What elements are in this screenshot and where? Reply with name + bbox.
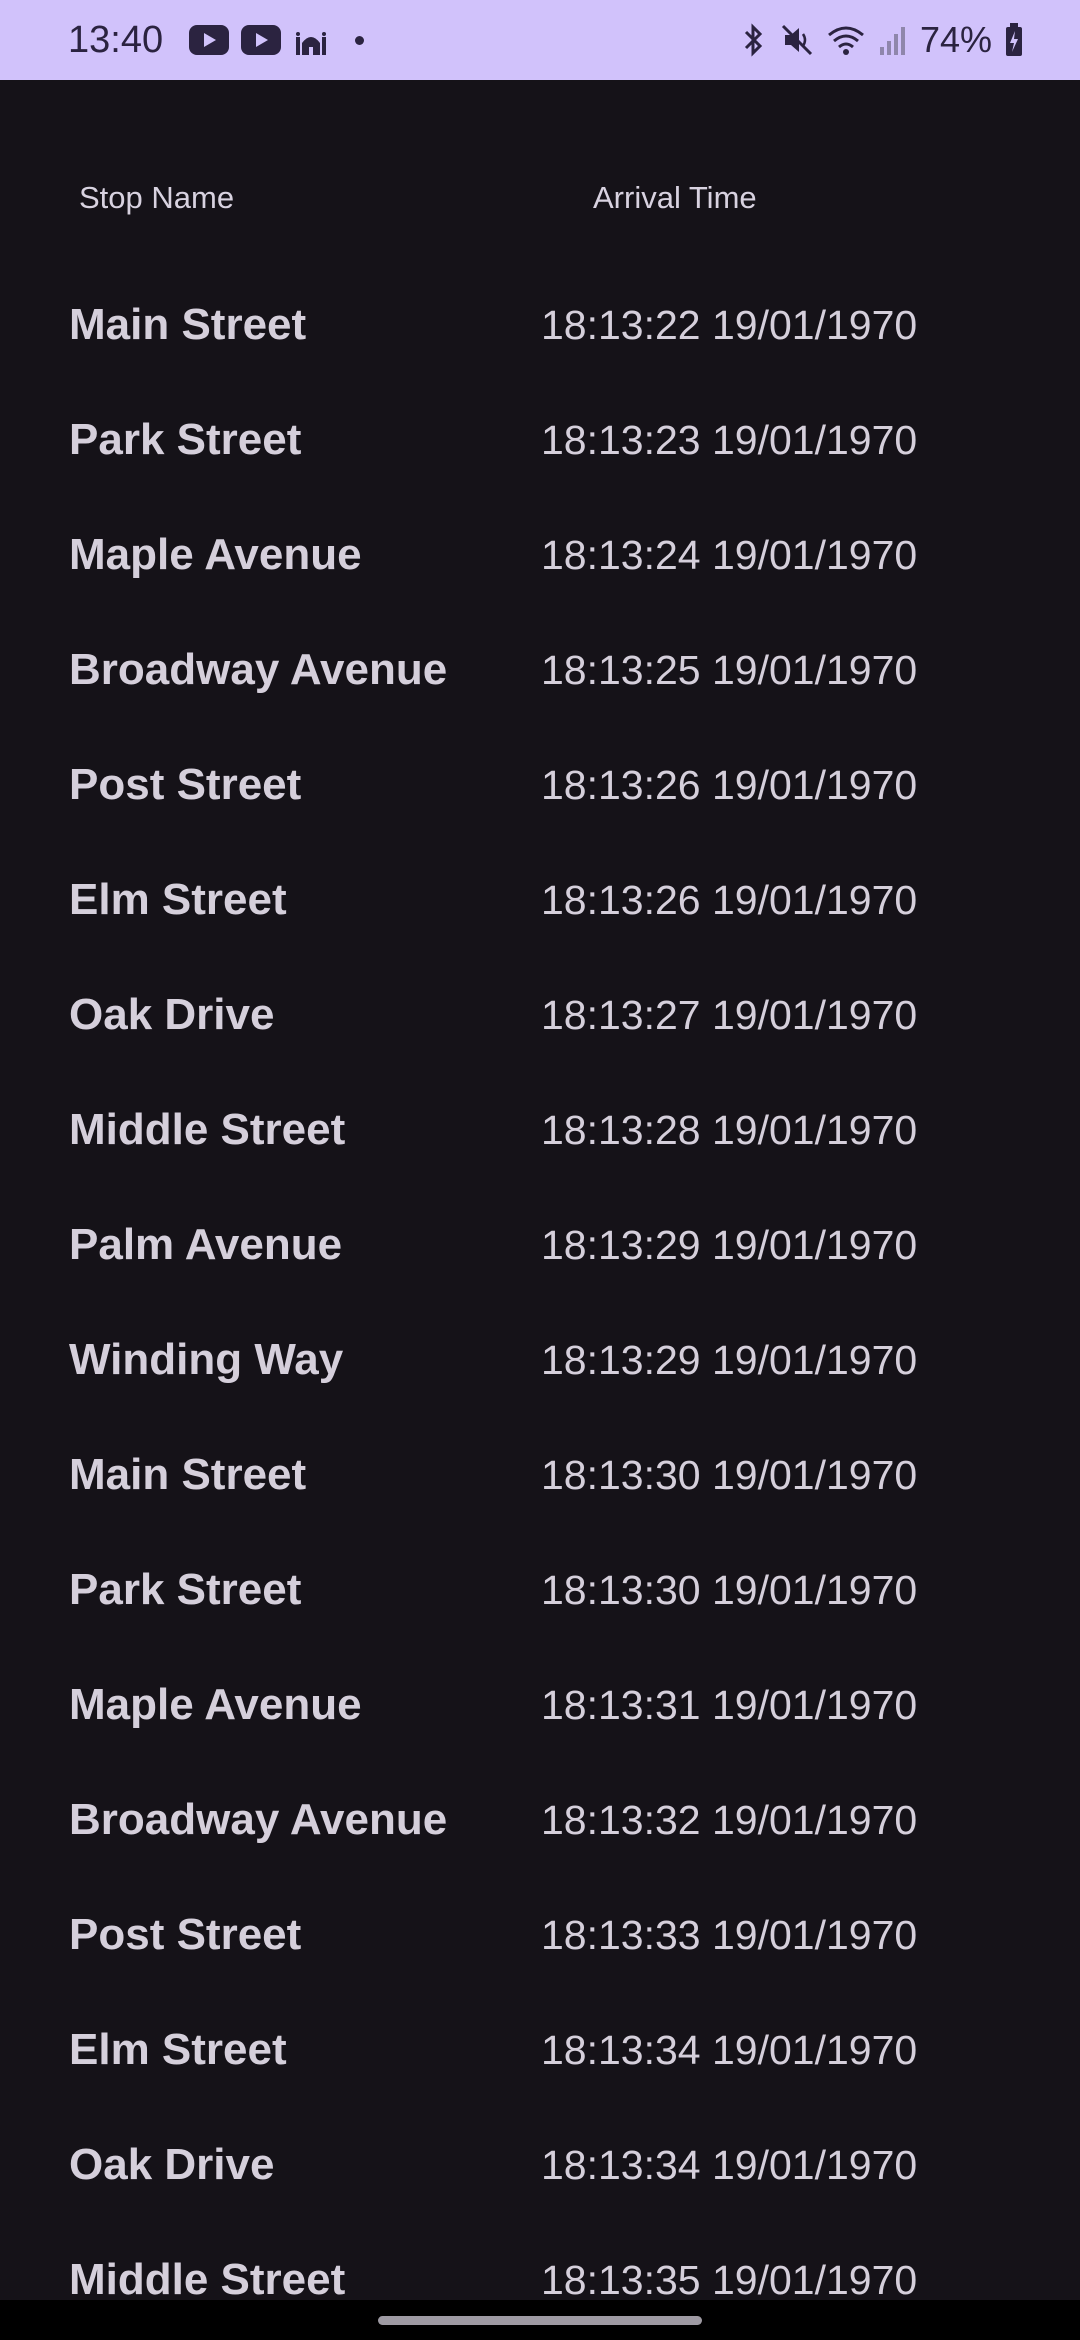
arrival-time: 18:13:29 19/01/1970 bbox=[541, 1337, 918, 1383]
table-row[interactable]: Maple Avenue 18:13:31 19/01/1970 bbox=[0, 1680, 1080, 1795]
arrival-time: 18:13:35 19/01/1970 bbox=[541, 2257, 918, 2300]
arrival-time: 18:13:25 19/01/1970 bbox=[541, 647, 918, 693]
table-row[interactable]: Middle Street 18:13:35 19/01/1970 bbox=[0, 2255, 1080, 2300]
table-row[interactable]: Broadway Avenue 18:13:25 19/01/1970 bbox=[0, 645, 1080, 760]
stop-name: Post Street bbox=[69, 1910, 302, 1959]
arrival-time: 18:13:32 19/01/1970 bbox=[541, 1797, 918, 1843]
stop-name: Broadway Avenue bbox=[69, 1795, 448, 1844]
table-row[interactable]: Post Street 18:13:33 19/01/1970 bbox=[0, 1910, 1080, 2025]
stop-name: Oak Drive bbox=[69, 990, 275, 1039]
table-row[interactable]: Park Street 18:13:23 19/01/1970 bbox=[0, 415, 1080, 530]
stop-name-header: Stop Name bbox=[79, 180, 235, 215]
battery-charging-icon bbox=[1006, 23, 1022, 56]
arrival-time-header: Arrival Time bbox=[593, 180, 757, 215]
stop-name: Maple Avenue bbox=[69, 530, 362, 579]
table-row[interactable]: Winding Way 18:13:29 19/01/1970 bbox=[0, 1335, 1080, 1450]
table-row[interactable]: Oak Drive 18:13:27 19/01/1970 bbox=[0, 990, 1080, 1105]
youtube-icon bbox=[189, 25, 230, 55]
stop-name: Elm Street bbox=[69, 875, 287, 924]
stop-name: Elm Street bbox=[69, 2025, 287, 2074]
dot-icon bbox=[355, 35, 365, 45]
stop-name: Middle Street bbox=[69, 2255, 346, 2300]
navigation-bar bbox=[0, 2300, 1080, 2340]
table-row[interactable]: Elm Street 18:13:34 19/01/1970 bbox=[0, 2025, 1080, 2140]
arrival-time: 18:13:24 19/01/1970 bbox=[541, 532, 918, 578]
stop-name: Broadway Avenue bbox=[69, 645, 448, 694]
table-row[interactable]: Middle Street 18:13:28 19/01/1970 bbox=[0, 1105, 1080, 1220]
stop-name: Park Street bbox=[69, 415, 302, 464]
stop-name: Park Street bbox=[69, 1565, 302, 1614]
table-row[interactable]: Park Street 18:13:30 19/01/1970 bbox=[0, 1565, 1080, 1680]
arrival-time: 18:13:31 19/01/1970 bbox=[541, 1682, 918, 1728]
status-time: 13:40 bbox=[68, 18, 164, 61]
table-header: Stop Name Arrival Time bbox=[0, 180, 1080, 220]
stop-name: Winding Way bbox=[69, 1335, 344, 1384]
arrival-time: 18:13:28 19/01/1970 bbox=[541, 1107, 918, 1153]
table-row[interactable]: Elm Street 18:13:26 19/01/1970 bbox=[0, 875, 1080, 990]
table-row[interactable]: Oak Drive 18:13:34 19/01/1970 bbox=[0, 2140, 1080, 2255]
arrival-time: 18:13:33 19/01/1970 bbox=[541, 1912, 918, 1958]
stop-name: Oak Drive bbox=[69, 2140, 275, 2189]
table-row[interactable]: Palm Avenue 18:13:29 19/01/1970 bbox=[0, 1220, 1080, 1335]
stop-name: Palm Avenue bbox=[69, 1220, 343, 1269]
arrival-time: 18:13:29 19/01/1970 bbox=[541, 1222, 918, 1268]
arrival-time: 18:13:30 19/01/1970 bbox=[541, 1452, 918, 1498]
arrival-time: 18:13:27 19/01/1970 bbox=[541, 992, 918, 1038]
mute-icon bbox=[781, 24, 812, 56]
status-right: 74% bbox=[740, 19, 1024, 61]
wifi-icon bbox=[827, 26, 864, 55]
status-left: 13:40 bbox=[68, 19, 740, 62]
signal-icon bbox=[879, 27, 905, 55]
table-row[interactable]: Post Street 18:13:26 19/01/1970 bbox=[0, 760, 1080, 875]
arrival-time: 18:13:26 19/01/1970 bbox=[541, 877, 918, 923]
mosque-icon bbox=[296, 32, 327, 55]
arrival-time: 18:13:22 19/01/1970 bbox=[541, 302, 918, 348]
stop-name: Main Street bbox=[69, 300, 307, 349]
battery-percentage: 74% bbox=[919, 19, 992, 60]
arrival-time: 18:13:34 19/01/1970 bbox=[541, 2027, 918, 2073]
arrival-time: 18:13:30 19/01/1970 bbox=[541, 1567, 918, 1613]
table-row[interactable]: Broadway Avenue 18:13:32 19/01/1970 bbox=[0, 1795, 1080, 1910]
home-gesture-handle[interactable] bbox=[378, 2316, 702, 2325]
youtube-icon bbox=[241, 25, 282, 55]
status-bar: 13:40 74% bbox=[0, 0, 1080, 80]
arrival-list-screen: Stop Name Arrival Time Main Street 18:13:… bbox=[0, 80, 1080, 2300]
stop-name: Middle Street bbox=[69, 1105, 346, 1154]
bluetooth-icon bbox=[744, 23, 763, 57]
stop-name: Post Street bbox=[69, 760, 302, 809]
table-row[interactable]: Main Street 18:13:22 19/01/1970 bbox=[0, 300, 1080, 415]
arrival-time: 18:13:26 19/01/1970 bbox=[541, 762, 918, 808]
table-row[interactable]: Maple Avenue 18:13:24 19/01/1970 bbox=[0, 530, 1080, 645]
arrival-time: 18:13:34 19/01/1970 bbox=[541, 2142, 918, 2188]
arrival-time: 18:13:23 19/01/1970 bbox=[541, 417, 918, 463]
stop-name: Main Street bbox=[69, 1450, 307, 1499]
stop-name: Maple Avenue bbox=[69, 1680, 362, 1729]
table-row[interactable]: Main Street 18:13:30 19/01/1970 bbox=[0, 1450, 1080, 1565]
